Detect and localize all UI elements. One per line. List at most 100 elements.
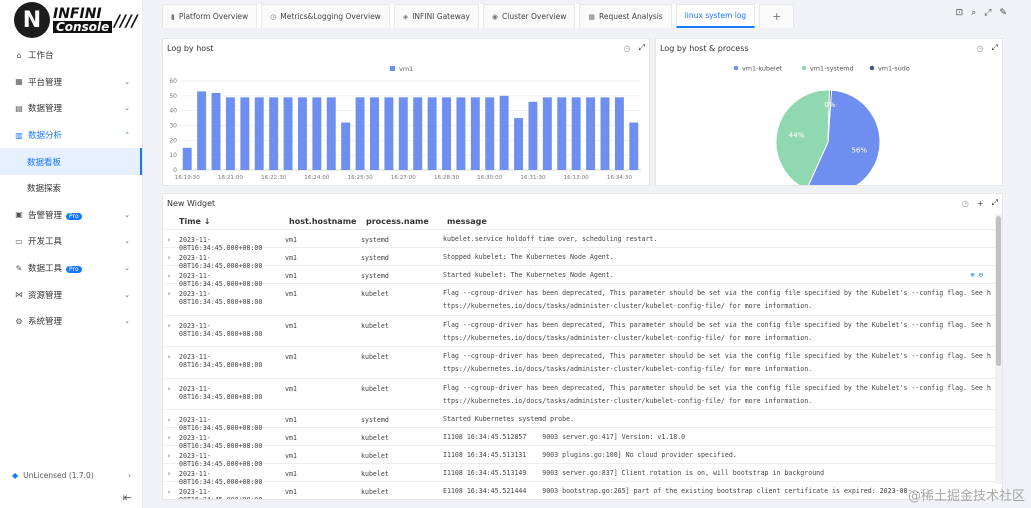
brand-logo[interactable]: N INFINI Console //// [0,0,142,40]
pie-chart: vm1-kubelet vm1-systemd vm1-sudo 56% 44% 0% [733,65,910,195]
screenshot-icon[interactable]: ⊡ [956,8,964,18]
scrollbar-thumb[interactable] [996,216,1001,366]
sidebar-item-4[interactable]: 数据看板 [0,148,142,175]
expand-row-icon[interactable]: › [163,379,175,410]
table-scrollbar[interactable] [995,214,1002,484]
tab-label: INFINI Gateway [412,12,470,21]
tab-3[interactable]: ◉ Cluster Overview [482,4,576,28]
tab-2[interactable]: ◈ INFINI Gateway [393,4,479,28]
y-tick-label: 60 [169,78,177,85]
brand-line2: Console [53,21,113,33]
add-tab-button[interactable]: + [759,4,795,28]
cell-host: vm1 [285,488,297,497]
bar-panel-title: Log by host [167,43,214,53]
tab-0[interactable]: ▮ Platform Overview [162,4,258,28]
col-host[interactable]: host.hostname [289,217,366,226]
add-icon[interactable]: + [977,199,984,208]
x-tick-label: 16:27:00 [391,175,417,181]
expand-row-icon[interactable]: › [163,410,175,427]
cell-host: vm1 [285,416,297,425]
sidebar-item-8[interactable]: ✎ 数据工具 Pro ⌄ [0,255,142,282]
table-row[interactable]: ›2023-11-08T16:34:45.000+08:00vm1kubelet… [163,316,997,348]
tools-icon: ✎ [15,263,23,273]
fullscreen-icon[interactable]: ⤢ [992,43,998,53]
sidebar-item-label: 数据工具 [28,264,63,275]
fullscreen-icon[interactable]: ⤢ [639,43,645,53]
expand-row-icon[interactable]: › [163,482,175,499]
edit-icon[interactable]: ✎ [999,8,1007,18]
bar [398,97,408,170]
expand-row-icon[interactable]: › [163,446,175,463]
tab-icon: ▮ [171,12,175,21]
sidebar-item-2[interactable]: ▤ 数据管理 ⌄ [0,95,142,122]
table-row[interactable]: ›2023-11-08T16:34:45.000+08:00vm1kubelet… [163,379,997,411]
license-item[interactable]: ◆ UnLicensed (1.7.0) › [0,466,143,484]
sidebar-item-5[interactable]: 数据探索 [0,175,142,202]
cell-process: kubelet [361,434,389,443]
dashboard-toolbar: ⊡ ⌕ ⤢ ✎ [956,8,1007,18]
cell-message: Stopped kubelet: The Kubernetes Node Age… [443,253,614,261]
refresh-icon[interactable]: ◷ [962,199,969,208]
dev-icon: ▭ [15,236,23,246]
col-time[interactable]: Time ↓ [179,217,289,226]
dashboard-tabs: ▮ Platform Overview ◷ Metrics&Logging Overv… [162,4,795,28]
tab-5[interactable]: linux system log [675,4,756,28]
bar [456,97,466,170]
table-row[interactable]: ›2023-11-08T16:34:45.000+08:00vm1kubelet… [163,284,997,316]
cell-process: systemd [361,272,389,280]
cell-time: 2023-11-08T16:34:45.000+08:00 [179,272,263,288]
x-tick-label: 16:30:00 [477,175,503,181]
refresh-icon[interactable]: ◷ [977,44,984,53]
x-tick-label: 16:19:30 [175,175,201,181]
table-row[interactable]: › 2023-11-08T16:34:45.000+08:00 vm1 systemd… [163,266,997,288]
sidebar: N INFINI Console //// ⌂ 工作台 ▦ 平台管理 ⌄ ▤ 数据管理 ⌄ ▥ 数… [0,0,143,508]
tab-label: Metrics&Logging Overview [280,12,381,21]
col-message[interactable]: message [447,217,487,226]
expand-row-icon[interactable]: › [163,284,175,315]
sidebar-item-1[interactable]: ▦ 平台管理 ⌄ [0,69,142,96]
cell-message: Flag --cgroup-driver has been deprecated… [443,383,991,405]
expand-row-icon[interactable]: › [163,428,175,445]
fullscreen-icon[interactable]: ⤢ [992,198,998,208]
legend-swatch [801,65,807,71]
cell-process: kubelet [361,470,389,479]
table-row[interactable]: ›2023-11-08T16:34:45.000+08:00vm1kubelet… [163,347,997,379]
legend-swatch [869,65,875,71]
collapse-sidebar-icon[interactable]: ⇤ [123,491,132,504]
table-row[interactable]: ›2023-11-08T16:34:45.000+08:00vm1kubelet… [163,482,997,499]
row-filter-icons[interactable]: ⊕ ⊖ [970,271,983,279]
legend-label: vm1-sudo [878,65,910,73]
expand-row-icon[interactable]: › [163,316,175,347]
sidebar-item-6[interactable]: ▣ 告警管理 Pro ⌄ [0,202,142,229]
home-icon: ⌂ [16,50,22,60]
sidebar-item-7[interactable]: ▭ 开发工具 ⌄ [0,228,142,255]
bar [470,97,480,170]
expand-row-icon[interactable]: › [163,347,175,378]
expand-row-icon[interactable]: › [163,266,175,283]
cell-process: kubelet [361,353,389,362]
sidebar-item-3[interactable]: ▥ 数据分析 ⌃ [0,122,142,149]
bar [211,92,221,170]
bar [297,97,307,170]
expand-row-icon[interactable]: › [163,248,175,265]
tab-1[interactable]: ◷ Metrics&Logging Overview [261,4,390,28]
sidebar-item-label: 工作台 [28,51,54,62]
tab-4[interactable]: ▦ Request Analysis [579,4,672,28]
expand-row-icon[interactable]: › [163,464,175,481]
bar-chart: vm1 0 10 20 30 40 50 60 16:19:30 16:21:00 16:22:30… [169,65,641,181]
search-icon[interactable]: ⌕ [971,8,976,18]
sidebar-item-10[interactable]: ⚙ 系统管理 ⌄ [0,308,142,335]
cell-time: 2023-11-08T16:34:45.000+08:00 [179,488,262,499]
sidebar-item-9[interactable]: ⋈ 资源管理 ⌄ [0,281,142,308]
chevron-icon: ⌄ [124,264,130,273]
bar [600,97,610,170]
expand-row-icon[interactable]: › [163,230,175,247]
data-icon: ▤ [15,103,23,113]
refresh-icon[interactable]: ◷ [624,44,631,53]
sidebar-item-0[interactable]: ⌂ 工作台 [0,42,142,69]
bar [283,97,293,170]
log-rows: › 2023-11-08T16:34:45.000+08:00 vm1 systemd… [163,230,997,499]
tab-icon: ◉ [491,12,499,21]
col-process[interactable]: process.name [366,217,447,226]
fullscreen-icon[interactable]: ⤢ [984,8,991,18]
